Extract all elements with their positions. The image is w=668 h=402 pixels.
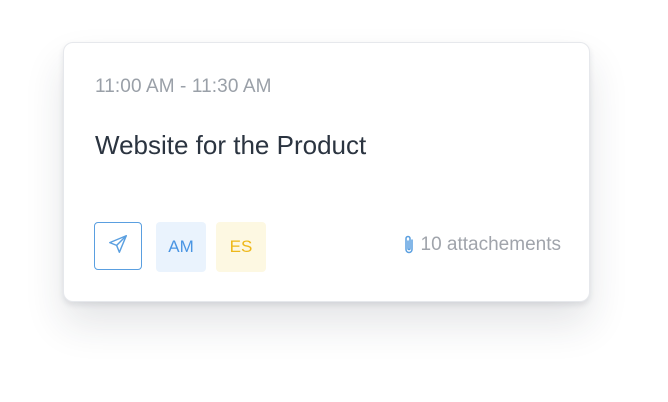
event-card[interactable]: 11:00 AM - 11:30 AM Website for the Prod… [63,42,590,302]
event-title: Website for the Product [95,130,367,160]
canvas: 11:00 AM - 11:30 AM Website for the Prod… [0,0,668,402]
send-button[interactable] [94,222,142,270]
event-time: 11:00 AM - 11:30 AM [95,76,272,97]
attachments-label: 10 attachements [420,234,561,255]
avatar-am[interactable]: AM [156,222,206,272]
attachments-link[interactable]: 10 attachements [403,234,561,256]
avatar-es[interactable]: ES [216,222,266,272]
paperclip-icon [403,234,415,256]
send-icon [107,233,129,260]
